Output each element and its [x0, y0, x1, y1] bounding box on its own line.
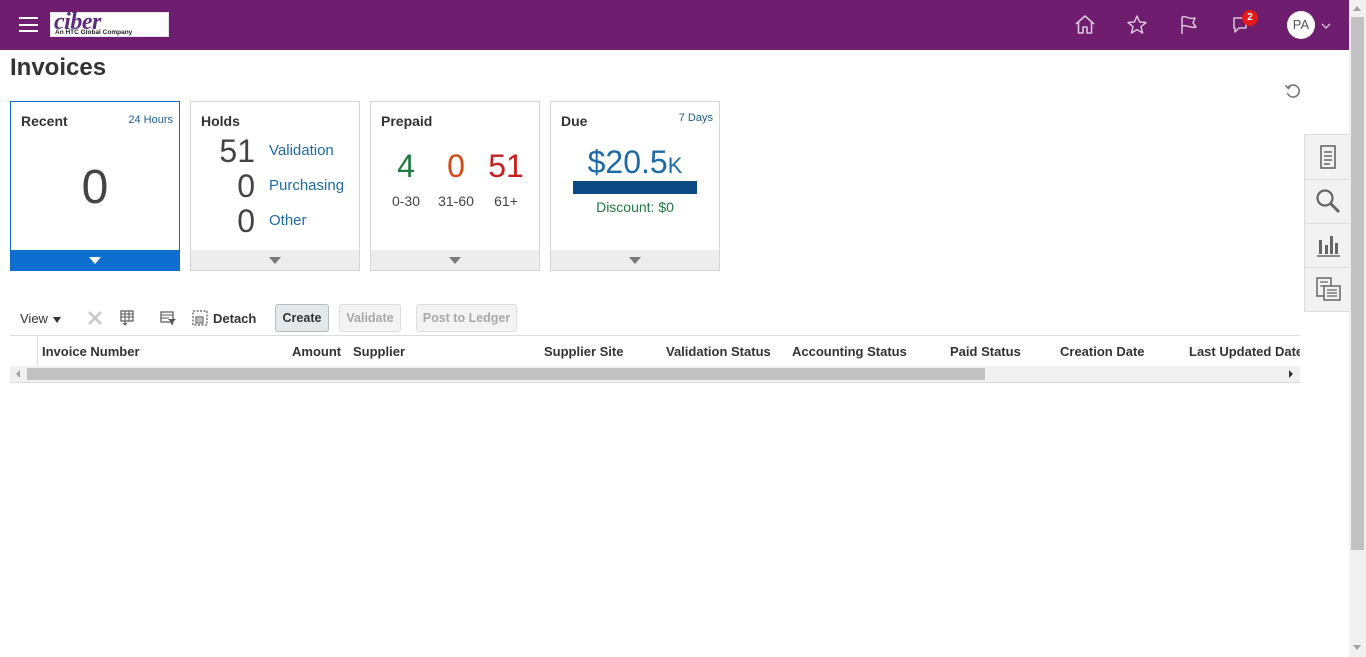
due-amount[interactable]: $20.5K [551, 144, 719, 181]
delete-x-icon[interactable] [86, 309, 104, 327]
recent-count: 0 [81, 161, 109, 214]
table-toolbar: View Detach Create Validate Post to Ledg… [10, 303, 1300, 333]
due-expand-bar[interactable] [551, 250, 719, 270]
holds-count: 0 [237, 168, 255, 204]
holds-count: 0 [237, 203, 255, 239]
recent-infotile[interactable]: Recent 24 Hours 0 [10, 101, 180, 271]
user-avatar[interactable]: PA [1287, 11, 1315, 39]
column-header-creation-date[interactable]: Creation Date [1060, 344, 1145, 359]
caret-down-icon [629, 257, 641, 264]
horizontal-scrollbar[interactable] [10, 366, 1300, 382]
holds-expand-bar[interactable] [191, 250, 359, 270]
create-button[interactable]: Create [275, 304, 329, 332]
home-icon[interactable] [1073, 13, 1097, 37]
column-header-validation-status[interactable]: Validation Status [666, 344, 771, 359]
due-discount: Discount: $0 [596, 199, 674, 215]
tasks-list-icon[interactable] [1314, 143, 1342, 171]
prepaid-bucket-label: 31-60 [438, 193, 474, 209]
recent-title: Recent [21, 113, 68, 129]
column-header-accounting-status[interactable]: Accounting Status [792, 344, 907, 359]
refresh-icon[interactable] [1284, 82, 1302, 100]
due-amount-value: $20.5 [587, 144, 668, 180]
scroll-up-arrow[interactable] [1353, 6, 1361, 11]
page-title: Invoices [10, 54, 107, 81]
scrollbar-thumb[interactable] [1351, 17, 1364, 550]
prepaid-bucket-count[interactable]: 0 [436, 148, 476, 185]
column-header-supplier-site[interactable]: Supplier Site [544, 344, 623, 359]
column-header-invoice-number[interactable]: Invoice Number [42, 344, 140, 359]
invoices-table: Invoice Number Amount Supplier Supplier … [10, 335, 1300, 383]
caret-down-icon [52, 316, 61, 323]
caret-down-icon [89, 257, 101, 264]
company-logo[interactable]: ciber An HTC Global Company [50, 9, 169, 37]
validate-button[interactable]: Validate [339, 304, 401, 332]
search-icon[interactable] [1314, 187, 1342, 215]
prepaid-infotile[interactable]: Prepaid 4 0 51 0-30 31-60 61+ [370, 101, 540, 271]
holds-title: Holds [201, 113, 240, 129]
prepaid-expand-bar[interactable] [371, 250, 539, 270]
view-menu[interactable]: View [20, 311, 61, 326]
chevron-down-icon[interactable] [1320, 19, 1332, 31]
caret-down-icon [269, 257, 281, 264]
holds-row: 51 Validation [191, 133, 359, 169]
logo-tagline: An HTC Global Company [55, 29, 133, 36]
due-amount-bar [573, 181, 697, 194]
column-header-last-updated-date[interactable]: Last Updated Date [1189, 344, 1300, 359]
detach-button[interactable]: Detach [213, 311, 256, 326]
caret-down-icon [449, 257, 461, 264]
notifications-badge: 2 [1242, 10, 1258, 26]
scroll-down-arrow[interactable] [1353, 645, 1361, 650]
vertical-scrollbar[interactable] [1349, 0, 1366, 657]
favorites-star-icon[interactable] [1125, 13, 1149, 37]
global-header: ciber An HTC Global Company 2 PA [0, 0, 1349, 50]
freeze-columns-icon[interactable] [118, 309, 136, 327]
holds-count: 51 [219, 133, 255, 169]
column-header-paid-status[interactable]: Paid Status [950, 344, 1021, 359]
detach-icon[interactable] [191, 309, 209, 327]
recent-period: 24 Hours [128, 114, 173, 126]
due-amount-suffix: K [667, 153, 683, 178]
holds-row: 0 Other [191, 203, 359, 239]
holds-other-link[interactable]: Other [269, 212, 307, 229]
prepaid-bucket-count[interactable]: 51 [486, 148, 526, 185]
reports-chart-icon[interactable] [1314, 231, 1342, 259]
prepaid-bucket-label: 0-30 [391, 193, 421, 209]
navigator-menu-icon[interactable] [19, 17, 38, 32]
watchlist-flag-icon[interactable] [1177, 13, 1201, 37]
panel-drawer [1304, 134, 1350, 312]
prepaid-title: Prepaid [381, 113, 433, 129]
scrollbar-thumb[interactable] [27, 368, 985, 380]
prepaid-bucket-label: 61+ [494, 193, 518, 209]
scan-documents-icon[interactable] [1314, 275, 1342, 303]
prepaid-bucket-count[interactable]: 4 [386, 148, 426, 185]
holds-row: 0 Purchasing [191, 168, 359, 204]
scroll-right-arrow[interactable] [1289, 370, 1293, 378]
holds-infotile[interactable]: Holds 51 Validation 0 Purchasing 0 Other [190, 101, 360, 271]
due-title: Due [561, 113, 588, 129]
row-selector-column [10, 336, 38, 366]
view-label: View [20, 311, 48, 326]
holds-validation-link[interactable]: Validation [269, 142, 334, 159]
column-header-amount[interactable]: Amount [292, 344, 341, 359]
post-to-ledger-button[interactable]: Post to Ledger [416, 304, 517, 332]
holds-purchasing-link[interactable]: Purchasing [269, 177, 344, 194]
scroll-left-arrow[interactable] [16, 370, 20, 378]
recent-expand-bar[interactable] [11, 250, 179, 270]
due-infotile[interactable]: Due 7 Days $20.5K Discount: $0 [550, 101, 720, 271]
due-period: 7 Days [678, 112, 713, 124]
column-header-supplier[interactable]: Supplier [353, 344, 405, 359]
query-by-example-icon[interactable] [159, 309, 177, 327]
